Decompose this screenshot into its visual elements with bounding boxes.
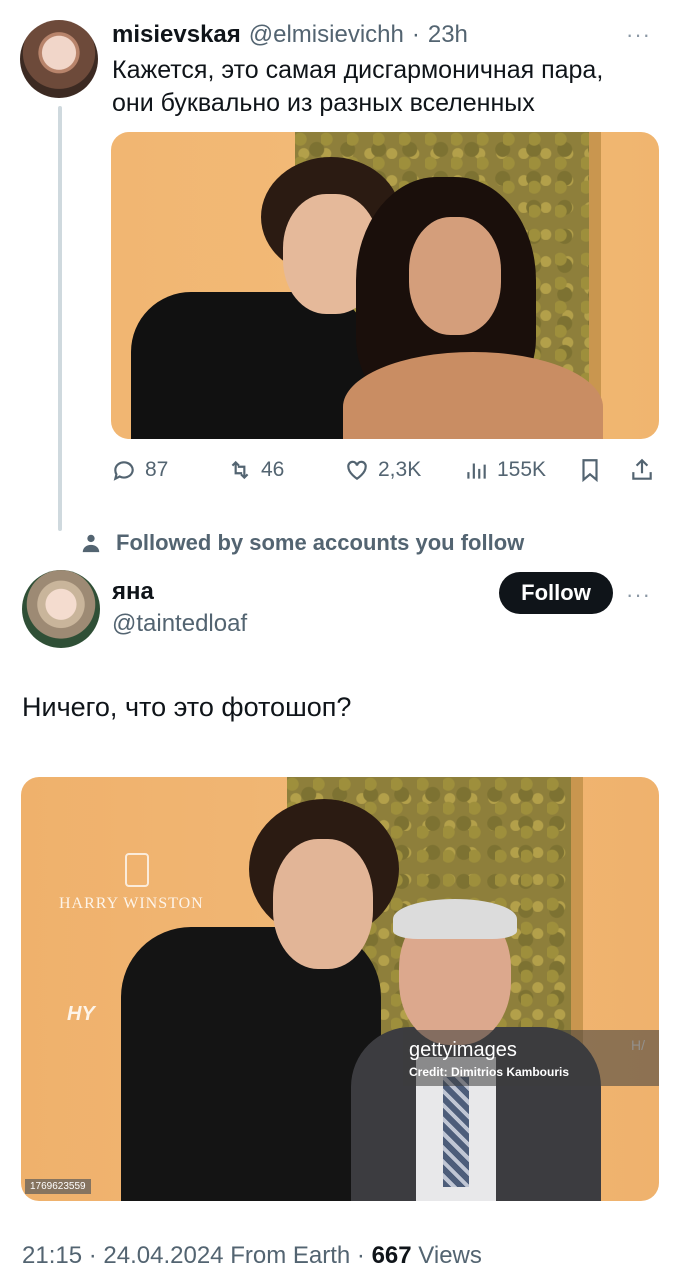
separator: ·	[411, 21, 420, 48]
views-count: 155K	[497, 458, 547, 481]
credit-watermark: Credit: Dimitrios Kambouris	[409, 1065, 570, 1079]
views-icon	[467, 463, 486, 479]
tweet-header: misievskaя @elmisievichh · 23h	[112, 20, 468, 50]
tweet-text: Ничего, что это фотошоп?	[22, 692, 352, 722]
tweet-text-line: они буквально из разных вселенных	[112, 89, 535, 117]
bookmark-icon	[582, 459, 598, 483]
share-icon	[632, 458, 652, 480]
brand-watermark: HARRY WINSTON	[59, 895, 204, 912]
social-context: Followed by some accounts you follow	[80, 528, 524, 558]
person-left-body	[121, 927, 381, 1201]
person-icon	[82, 534, 100, 553]
separator: ·	[356, 1242, 365, 1269]
avatar[interactable]	[22, 570, 100, 648]
image-id-label: 1769623559	[25, 1179, 91, 1194]
repost-count: 46	[261, 458, 285, 481]
views-label: Views	[418, 1242, 482, 1269]
follow-button[interactable]: Follow	[499, 572, 613, 614]
brand-logo-icon	[125, 853, 149, 887]
separator: ·	[88, 1242, 97, 1269]
tweet-actions: 87 46 2,3K 155K	[111, 452, 659, 488]
share-button[interactable]	[629, 452, 655, 488]
sponsor-watermark: HY	[67, 1003, 95, 1025]
followed-by-text: Followed by some accounts you follow	[116, 530, 525, 555]
more-options-icon[interactable]: ···	[626, 582, 651, 608]
getty-watermark: gettyimages	[409, 1039, 517, 1061]
repost-button[interactable]: 46	[227, 452, 284, 488]
tweet-time[interactable]: 21:15	[22, 1242, 82, 1269]
person-right-tie	[443, 1077, 469, 1187]
like-button[interactable]: 2,3K	[344, 452, 421, 488]
thread-line	[58, 106, 62, 531]
views-count[interactable]: 667	[372, 1242, 412, 1269]
person-left-body	[131, 292, 371, 439]
repost-icon	[231, 460, 249, 480]
display-name[interactable]: misievskaя	[112, 21, 241, 49]
tweet-text: Кажется, это самая дисгармоничная пара, …	[112, 54, 652, 120]
timestamp[interactable]: 23h	[428, 21, 468, 49]
tweet-text-line: Кажется, это самая дисгармоничная пара,	[112, 56, 604, 84]
like-count: 2,3K	[378, 458, 422, 481]
more-options-icon[interactable]: ···	[626, 22, 651, 48]
reply-icon	[113, 461, 134, 481]
tweet-source: From Earth	[230, 1242, 351, 1269]
person-left-face	[273, 839, 373, 969]
person-right-hair	[393, 899, 517, 939]
person-right-face	[409, 217, 501, 335]
avatar[interactable]	[20, 20, 98, 98]
reply-count: 87	[145, 458, 169, 481]
tweet-photo[interactable]	[111, 132, 659, 439]
tweet-meta: 21:15 · 24.04.2024 From Earth · 667 View…	[22, 1242, 482, 1270]
tweet-photo[interactable]: HARRY WINSTON HY H/ gettyimages Credit: …	[21, 777, 659, 1201]
handle[interactable]: @taintedloaf	[112, 610, 247, 638]
reply-button[interactable]: 87	[111, 452, 168, 488]
views-button[interactable]: 155K	[463, 452, 546, 488]
tweet-date[interactable]: 24.04.2024	[103, 1242, 223, 1269]
handle[interactable]: @elmisievichh	[249, 21, 404, 49]
display-name[interactable]: яна	[112, 578, 154, 606]
heart-icon	[347, 460, 367, 480]
bookmark-button[interactable]	[577, 452, 603, 488]
